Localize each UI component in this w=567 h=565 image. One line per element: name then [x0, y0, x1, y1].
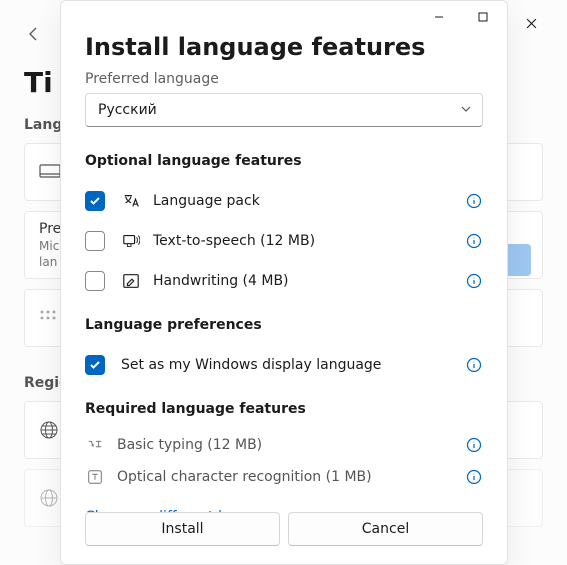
display-language-label: Set as my Windows display language	[121, 357, 381, 373]
handwriting-label: Handwriting (4 MB)	[153, 273, 289, 289]
language-pack-icon	[121, 191, 141, 211]
basic-typing-info-icon[interactable]	[465, 436, 483, 454]
tts-label: Text-to-speech (12 MB)	[153, 233, 315, 249]
back-icon	[24, 24, 44, 44]
display-language-info-icon[interactable]	[465, 356, 483, 374]
language-pack-info-icon[interactable]	[465, 192, 483, 210]
optional-features-heading: Optional language features	[85, 153, 483, 169]
feature-row-handwriting: Handwriting (4 MB)	[85, 261, 483, 301]
chevron-down-icon	[460, 103, 472, 119]
basic-typing-icon	[85, 435, 105, 455]
window-close-button[interactable]	[509, 8, 553, 38]
cancel-button[interactable]: Cancel	[288, 512, 483, 546]
handwriting-icon	[121, 271, 141, 291]
tts-checkbox[interactable]	[85, 231, 105, 251]
bg-title-left: Ti	[24, 66, 53, 99]
dialog-title: Install language features	[85, 33, 483, 61]
pref-row-display-language: Set as my Windows display language	[85, 345, 483, 385]
dialog-footer: Install Cancel	[61, 512, 507, 564]
install-language-dialog: Install language features Preferred lang…	[60, 0, 508, 565]
handwriting-checkbox[interactable]	[85, 271, 105, 291]
display-language-checkbox[interactable]	[85, 355, 105, 375]
required-row-typing: Basic typing (12 MB)	[85, 429, 483, 461]
minimize-button[interactable]	[417, 2, 461, 32]
handwriting-info-icon[interactable]	[465, 272, 483, 290]
required-row-ocr: Optical character recognition (1 MB)	[85, 461, 483, 493]
preferred-language-select[interactable]: Русский	[85, 93, 483, 127]
ocr-info-icon[interactable]	[465, 468, 483, 486]
tts-info-icon[interactable]	[465, 232, 483, 250]
required-features-heading: Required language features	[85, 401, 483, 417]
preferred-language-label: Preferred language	[85, 71, 483, 87]
maximize-button[interactable]	[461, 2, 505, 32]
preferred-language-value: Русский	[98, 102, 157, 118]
language-pack-label: Language pack	[153, 193, 260, 209]
dialog-titlebar	[61, 1, 507, 33]
feature-row-tts: Text-to-speech (12 MB)	[85, 221, 483, 261]
ocr-label: Optical character recognition (1 MB)	[117, 469, 372, 485]
tts-icon	[121, 231, 141, 251]
language-preferences-heading: Language preferences	[85, 317, 483, 333]
ocr-icon	[85, 467, 105, 487]
language-pack-checkbox[interactable]	[85, 191, 105, 211]
basic-typing-label: Basic typing (12 MB)	[117, 437, 262, 453]
install-button[interactable]: Install	[85, 512, 280, 546]
feature-row-language-pack: Language pack	[85, 181, 483, 221]
